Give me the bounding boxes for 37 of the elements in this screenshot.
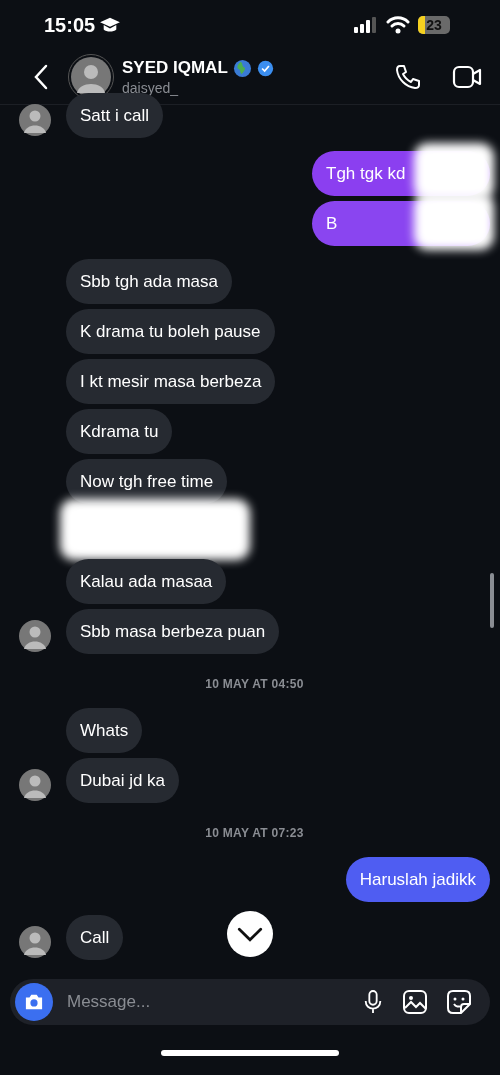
avatar-icon bbox=[19, 769, 51, 801]
camera-icon bbox=[23, 993, 45, 1011]
received-message: Sbb tgh ada masa bbox=[66, 259, 232, 304]
message-timestamp: 10 MAY AT 07:23 bbox=[205, 826, 304, 840]
graduation-cap-icon bbox=[99, 16, 122, 34]
scroll-down-button[interactable] bbox=[227, 911, 273, 957]
received-message: I kt mesir masa berbeza bbox=[66, 359, 276, 404]
image-icon[interactable] bbox=[402, 989, 428, 1015]
battery-indicator: 23 bbox=[418, 16, 450, 34]
sent-message: Haruslah jadikk bbox=[345, 857, 490, 902]
phone-icon[interactable] bbox=[394, 63, 422, 91]
received-message: Kalau ada masaa bbox=[66, 559, 227, 604]
back-icon[interactable] bbox=[34, 64, 48, 90]
avatar-icon bbox=[19, 926, 51, 958]
message-field[interactable]: Message... bbox=[10, 979, 490, 1025]
camera-button[interactable] bbox=[15, 983, 53, 1021]
scrollbar[interactable] bbox=[490, 573, 494, 628]
received-message: Kdrama tu bbox=[66, 409, 173, 454]
signal-icon bbox=[354, 17, 378, 33]
message-input[interactable]: Message... bbox=[65, 991, 344, 1013]
received-message: Dubai jd ka bbox=[66, 758, 180, 803]
status-time: 15:05 bbox=[44, 13, 96, 37]
received-message: Whats bbox=[66, 708, 143, 753]
received-message: Sbb masa berbeza puan bbox=[66, 609, 280, 654]
video-call-icon[interactable] bbox=[452, 64, 482, 90]
chevron-down-icon bbox=[237, 926, 263, 942]
wifi-icon bbox=[386, 16, 410, 34]
avatar-icon bbox=[19, 620, 51, 652]
received-message: K drama tu boleh pause bbox=[66, 309, 275, 354]
contact-name: SYED IQMAL bbox=[122, 58, 228, 78]
message-timestamp: 10 MAY AT 04:50 bbox=[205, 677, 304, 691]
avatar-icon bbox=[19, 104, 51, 136]
received-message: Call bbox=[66, 915, 124, 960]
globe-icon bbox=[232, 58, 252, 78]
contact-handle: daisyed_ bbox=[122, 80, 180, 96]
microphone-icon[interactable] bbox=[362, 989, 384, 1015]
sticker-icon[interactable] bbox=[446, 989, 472, 1015]
